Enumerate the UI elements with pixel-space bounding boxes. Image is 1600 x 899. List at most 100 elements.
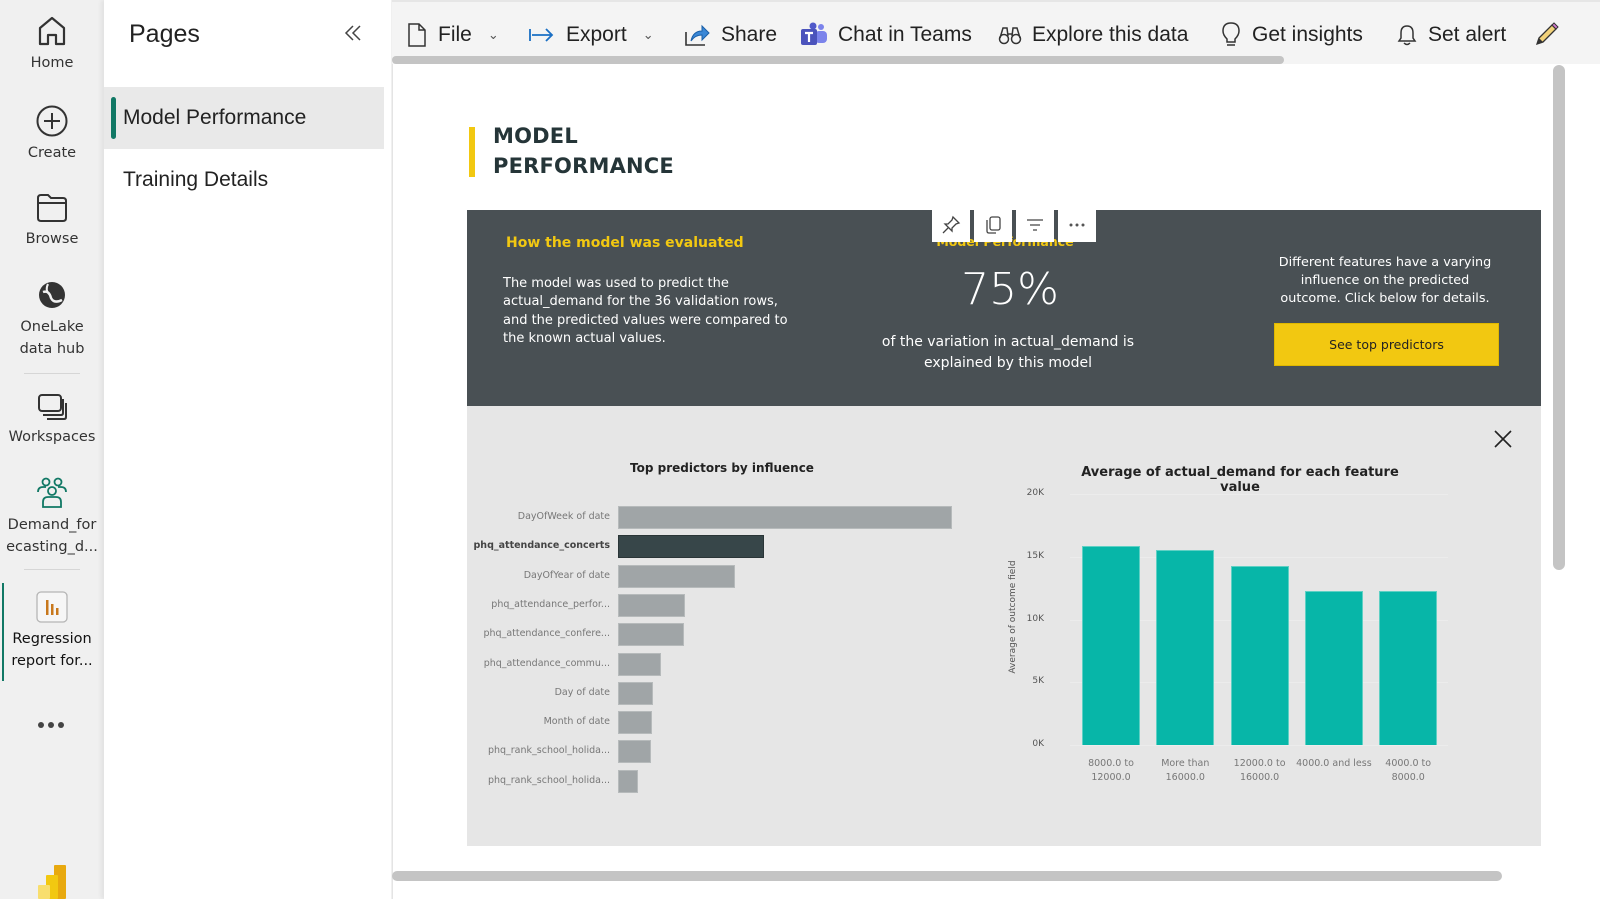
file-icon (408, 23, 426, 47)
predictors-chart-title: Top predictors by influence (630, 461, 814, 475)
see-top-predictors-button[interactable]: See top predictors (1274, 323, 1499, 366)
evaluation-heading: How the model was evaluated (506, 235, 744, 251)
nav-workspaces-label: Workspaces (8, 429, 96, 445)
rail-separator (24, 569, 80, 570)
pages-panel: Pages Model Performance Training Details (104, 0, 391, 899)
export-menu-button[interactable]: Export ⌄ (528, 14, 654, 56)
set-alert-button[interactable]: Set alert (1396, 14, 1506, 56)
get-insights-button[interactable]: Get insights (1220, 14, 1363, 56)
page-tab-label: Training Details (123, 168, 269, 191)
nav-rail: Home Create Browse OneLake data hub Work… (0, 0, 104, 899)
page-tab-training-details[interactable]: Training Details (104, 149, 384, 211)
pin-icon (942, 215, 961, 234)
home-icon (38, 16, 66, 46)
page-tab-label: Model Performance (123, 106, 307, 129)
page-tab-model-performance[interactable]: Model Performance (104, 87, 384, 149)
set-alert-label: Set alert (1428, 23, 1507, 46)
title-accent-bar (469, 127, 475, 177)
copy-visual-button[interactable] (974, 208, 1012, 242)
predictor-bar[interactable] (618, 593, 685, 617)
binoculars-icon (998, 27, 1022, 45)
share-button[interactable]: Share (683, 14, 777, 56)
y-tick-label: 0K (1032, 739, 1044, 749)
plus-circle-icon (36, 105, 68, 137)
pin-visual-button[interactable] (932, 208, 970, 242)
power-bi-logo-icon (38, 865, 66, 899)
predictor-label: phq_attendance_perfor... (491, 598, 610, 610)
avg-demand-bar[interactable] (1230, 566, 1289, 745)
close-icon (1494, 430, 1512, 448)
avg-demand-bar[interactable] (1379, 591, 1438, 745)
nav-home[interactable]: Home (0, 14, 104, 74)
horizontal-scrollbar[interactable] (392, 871, 1502, 881)
x-tick-label: 8000.0 to 12000.0 (1088, 758, 1134, 783)
predictor-label: phq_rank_school_holida... (487, 774, 610, 786)
evaluation-text: The model was used to predict the actual… (503, 276, 788, 346)
predictor-bar[interactable] (618, 681, 653, 705)
report-title-line1: MODEL (493, 124, 578, 148)
nav-workspace-label-2: ecasting_d... (6, 539, 98, 555)
predictor-label: phq_attendance_confere... (483, 628, 610, 640)
rail-separator (24, 373, 80, 374)
folder-icon (37, 194, 67, 222)
share-label: Share (721, 23, 778, 46)
nav-onelake-label: OneLake data hub (19, 319, 85, 357)
predictor-label: DayOfWeek of date (517, 511, 610, 522)
nav-create[interactable]: Create (0, 104, 104, 164)
workspace-people-icon (37, 477, 67, 508)
predictor-bar[interactable] (618, 711, 652, 735)
nav-report-label-1: Regression (12, 631, 92, 647)
predictor-bar[interactable] (618, 564, 735, 588)
avg-demand-bar[interactable] (1082, 546, 1140, 745)
collapse-pages-button[interactable] (342, 20, 364, 46)
edit-button[interactable] (1532, 14, 1560, 56)
predictor-label: Day of date (554, 686, 610, 698)
onelake-icon (39, 282, 65, 308)
visual-header-toolbar (932, 208, 1096, 242)
filter-visual-button[interactable] (1016, 208, 1054, 242)
report-title-line2: PERFORMANCE (493, 154, 674, 178)
chevron-down-icon: ⌄ (487, 27, 499, 42)
predictor-bar[interactable] (618, 506, 952, 529)
nav-browse-label: Browse (25, 231, 79, 247)
file-menu-button[interactable]: File ⌄ (406, 14, 499, 56)
double-chevron-left-icon (344, 25, 361, 41)
toolbar-horizontal-scrollbar[interactable] (392, 56, 1284, 64)
chevron-down-icon: ⌄ (642, 27, 654, 42)
close-panel-button[interactable] (1491, 427, 1515, 451)
vertical-scrollbar[interactable] (1553, 65, 1565, 570)
workspaces-icon (38, 394, 67, 420)
y-tick-label: 5K (1032, 676, 1044, 687)
predictor-bar[interactable] (618, 535, 764, 559)
nav-workspaces[interactable]: Workspaces (0, 390, 104, 448)
share-icon (685, 24, 710, 46)
file-label: File (438, 23, 472, 46)
nav-workspace-demand-forecasting[interactable]: Demand_for ecasting_d... (0, 476, 104, 558)
x-tick-label: 4000.0 and less (1296, 758, 1372, 769)
active-page-marker (111, 97, 116, 139)
more-icon[interactable] (38, 722, 64, 728)
avg-demand-bar[interactable] (1156, 549, 1215, 745)
nav-regression-report[interactable]: Regression report for... (0, 590, 104, 672)
more-options-button[interactable] (1058, 208, 1096, 242)
predictor-bar[interactable] (618, 623, 684, 647)
explore-data-button[interactable]: Explore this data (998, 14, 1188, 56)
chat-in-teams-button[interactable]: Chat in Teams (800, 14, 972, 56)
gridline (1070, 494, 1448, 495)
nav-onelake[interactable]: OneLake data hub (0, 278, 104, 360)
y-tick-label: 20K (1026, 488, 1044, 498)
report-icon (36, 591, 68, 623)
report-page-title: MODEL PERFORMANCE (493, 121, 674, 181)
y-tick-label: 15K (1026, 550, 1044, 561)
x-tick-label: More than 16000.0 (1161, 758, 1210, 783)
avg-demand-bar[interactable] (1304, 591, 1363, 745)
chat-in-teams-label: Chat in Teams (838, 23, 972, 46)
export-arrow-icon (529, 28, 554, 42)
predictor-bar[interactable] (618, 652, 661, 676)
nav-report-label-2: report for... (11, 653, 93, 669)
nav-browse[interactable]: Browse (0, 192, 104, 250)
x-tick-label: 4000.0 to 8000.0 (1385, 758, 1432, 783)
predictor-bar[interactable] (618, 769, 638, 793)
predictor-bar[interactable] (618, 740, 651, 764)
pages-title: Pages (129, 20, 200, 48)
